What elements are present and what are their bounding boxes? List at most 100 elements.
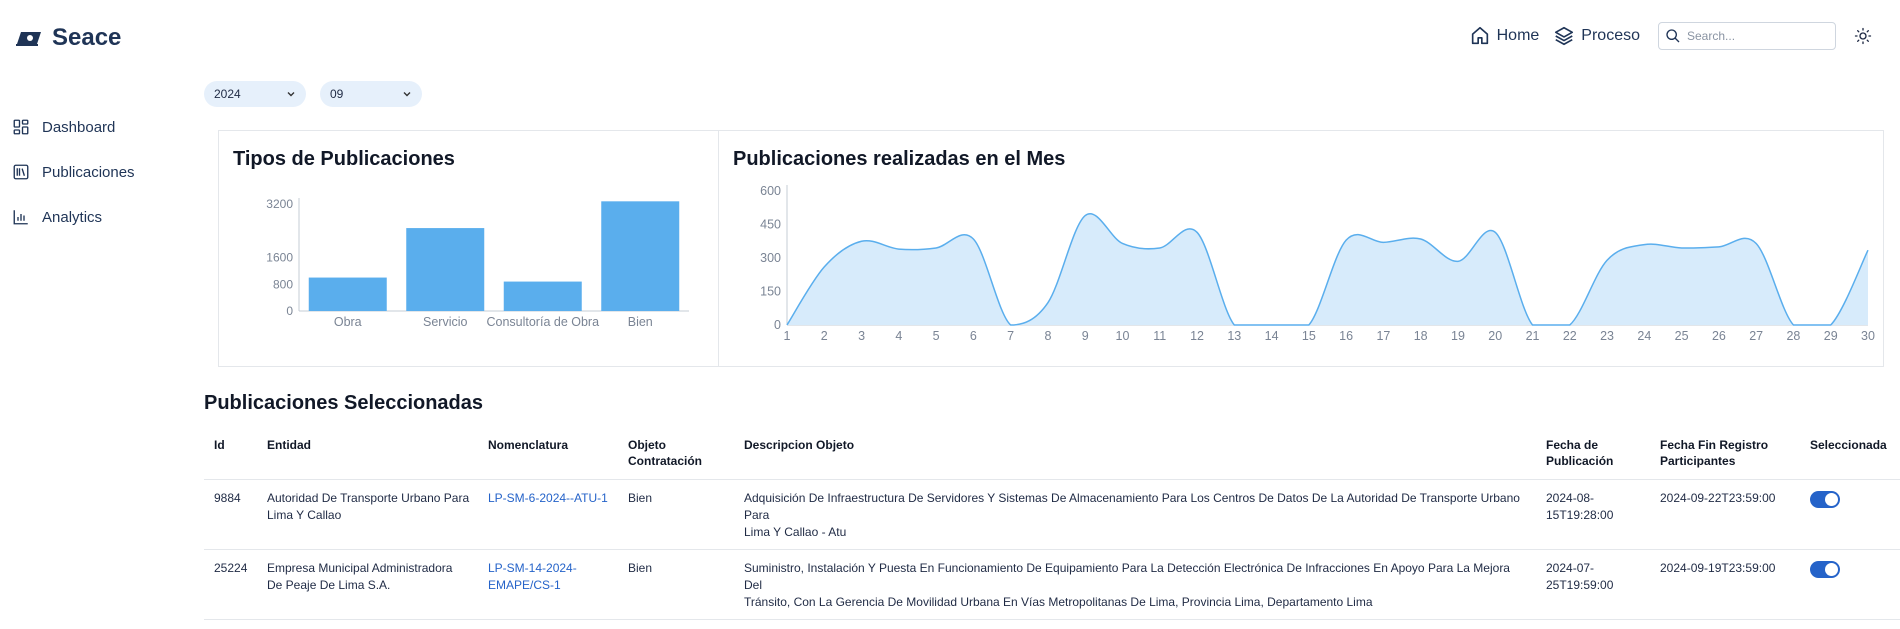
x-tick-label: Bien	[628, 315, 653, 329]
cell-nomenclatura: LP-SM-14-2024- EMAPE/CS-1	[478, 549, 618, 620]
publicaciones-table: Id Entidad Nomenclatura Objeto Contrataci…	[204, 430, 1900, 620]
nomenclatura-link[interactable]: LP-SM-14-2024- EMAPE/CS-1	[488, 561, 577, 592]
sidebar: Dashboard Publicaciones Analytics	[12, 116, 182, 251]
x-tick-label: 18	[1414, 329, 1428, 343]
x-tick-label: 15	[1302, 329, 1316, 343]
nav-proceso-label: Proceso	[1581, 27, 1640, 44]
x-tick-label: 25	[1675, 329, 1689, 343]
theme-toggle-button[interactable]	[1850, 23, 1876, 49]
layers-icon	[1555, 26, 1574, 46]
cell-entidad: Autoridad De Transporte Urbano Para Lima …	[257, 479, 478, 550]
x-tick-label: Obra	[334, 315, 362, 329]
year-select[interactable]: 2024	[204, 81, 306, 107]
nav-home[interactable]: Home	[1469, 25, 1540, 47]
month-select[interactable]: 09	[320, 81, 422, 107]
x-tick-label: 27	[1749, 329, 1763, 343]
sidebar-item-analytics[interactable]: Analytics	[12, 206, 182, 228]
cell-seleccionada	[1800, 479, 1900, 550]
cell-fecha-fin: 2024-09-19T23:59:00	[1650, 549, 1800, 620]
area-fill	[787, 213, 1868, 325]
y-tick-label: 150	[760, 285, 781, 299]
col-header-descripcion: Descripcion Objeto	[734, 430, 1536, 480]
nav-home-label: Home	[1496, 27, 1540, 44]
cell-fecha: 2024-07- 25T19:59:00	[1536, 549, 1650, 620]
cell-nomenclatura: LP-SM-6-2024--ATU-1	[478, 479, 618, 550]
search-input[interactable]	[1687, 29, 1827, 43]
x-tick-label: 10	[1116, 329, 1130, 343]
col-header-objeto: Objeto Contratación	[618, 430, 734, 480]
dashboard-icon	[13, 119, 29, 135]
x-tick-label: 4	[895, 329, 902, 343]
col-header-id: Id	[204, 430, 257, 480]
cell-fecha-fin: 2024-09-22T23:59:00	[1650, 479, 1800, 550]
x-tick-label: Servicio	[423, 315, 468, 329]
x-tick-label: 11	[1153, 329, 1166, 343]
charts-card: Tipos de Publicaciones 0 800 1600 3200 Obra S…	[218, 130, 1884, 367]
bar-chart-icon	[13, 210, 28, 225]
cell-objeto: Bien	[618, 479, 734, 550]
x-tick-label: 2	[821, 329, 828, 343]
cell-descripcion: Adquisición De Infraestructura De Servid…	[734, 479, 1536, 550]
x-tick-label: 28	[1786, 329, 1800, 343]
x-tick-label: 17	[1376, 329, 1390, 343]
library-icon	[13, 164, 29, 180]
x-tick-label: 12	[1190, 329, 1204, 343]
cell-id: 25224	[204, 549, 257, 620]
table-row: 25224 Empresa Municipal Administradora De…	[204, 549, 1900, 620]
x-tick-label: Consultoría de Obra	[486, 315, 599, 329]
y-tick-label: 600	[760, 184, 781, 198]
year-value: 2024	[214, 87, 241, 101]
col-header-fecha: Fecha de Publicación	[1536, 430, 1650, 480]
bar-chart-panel: Tipos de Publicaciones 0 800 1600 3200 Obra S…	[219, 131, 719, 366]
area-chart: 01503004506001 2 3 4 5 6 7 8 9 10 11 12 13 14 15 16 17 18…	[760, 184, 1875, 343]
chevron-down-icon	[287, 92, 295, 97]
sun-icon	[1854, 27, 1872, 45]
cell-entidad: Empresa Municipal Administradora De Peaje…	[257, 549, 478, 620]
sidebar-item-label: Analytics	[42, 208, 103, 226]
x-tick-label: 26	[1712, 329, 1726, 343]
bar	[601, 201, 680, 311]
y-tick-label: 0	[774, 318, 781, 332]
table-title: Publicaciones Seleccionadas	[204, 392, 484, 414]
app-name: Seace	[52, 24, 122, 51]
x-tick-label: 22	[1563, 329, 1577, 343]
nomenclatura-link[interactable]: LP-SM-6-2024--ATU-1	[488, 491, 608, 505]
y-tick-label: 300	[760, 251, 781, 265]
sidebar-item-dashboard[interactable]: Dashboard	[12, 116, 182, 138]
seleccionada-toggle[interactable]	[1810, 561, 1840, 578]
bar-chart: 0 800 1600 3200 Obra Servicio Consultoría de O…	[266, 197, 689, 329]
seace-logo-icon	[16, 32, 41, 46]
x-tick-label: 29	[1824, 329, 1838, 343]
area-chart-panel: Publicaciones realizadas en el Mes 0 150 3…	[719, 131, 1883, 366]
brand[interactable]: Seace	[16, 24, 121, 52]
table-header-row: Id Entidad Nomenclatura Objeto Contrataci…	[204, 430, 1900, 480]
col-header-fecha-fin: Fecha Fin Registro Participantes	[1650, 430, 1800, 480]
y-tick-label: 0	[286, 304, 293, 318]
bar	[406, 228, 485, 311]
x-tick-label: 6	[970, 329, 977, 343]
cell-seleccionada	[1800, 549, 1900, 620]
cell-objeto: Bien	[618, 549, 734, 620]
search-icon	[1666, 29, 1680, 43]
chevron-down-icon	[403, 92, 411, 97]
month-value: 09	[330, 87, 344, 101]
bar	[308, 277, 387, 311]
x-tick-label: 5	[933, 329, 940, 343]
cell-fecha: 2024-08- 15T19:28:00	[1536, 479, 1650, 550]
x-tick-label: 24	[1637, 329, 1651, 343]
y-tick-label: 450	[760, 218, 781, 232]
sidebar-item-publicaciones[interactable]: Publicaciones	[12, 161, 182, 183]
x-tick-label: 13	[1227, 329, 1241, 343]
nav-proceso[interactable]: Proceso	[1553, 25, 1640, 47]
x-tick-label: 21	[1526, 329, 1540, 343]
cell-descripcion: Suministro, Instalación Y Puesta En Func…	[734, 549, 1536, 620]
x-tick-label: 30	[1861, 329, 1875, 343]
x-tick-label: 3	[858, 329, 865, 343]
x-tick-label: 23	[1600, 329, 1614, 343]
x-tick-label: 7	[1007, 329, 1014, 343]
seleccionada-toggle[interactable]	[1810, 491, 1840, 508]
y-tick-label: 800	[273, 277, 293, 291]
y-tick-label: 3200	[266, 197, 293, 211]
cell-id: 9884	[204, 479, 257, 550]
x-tick-label: 1	[784, 329, 791, 343]
